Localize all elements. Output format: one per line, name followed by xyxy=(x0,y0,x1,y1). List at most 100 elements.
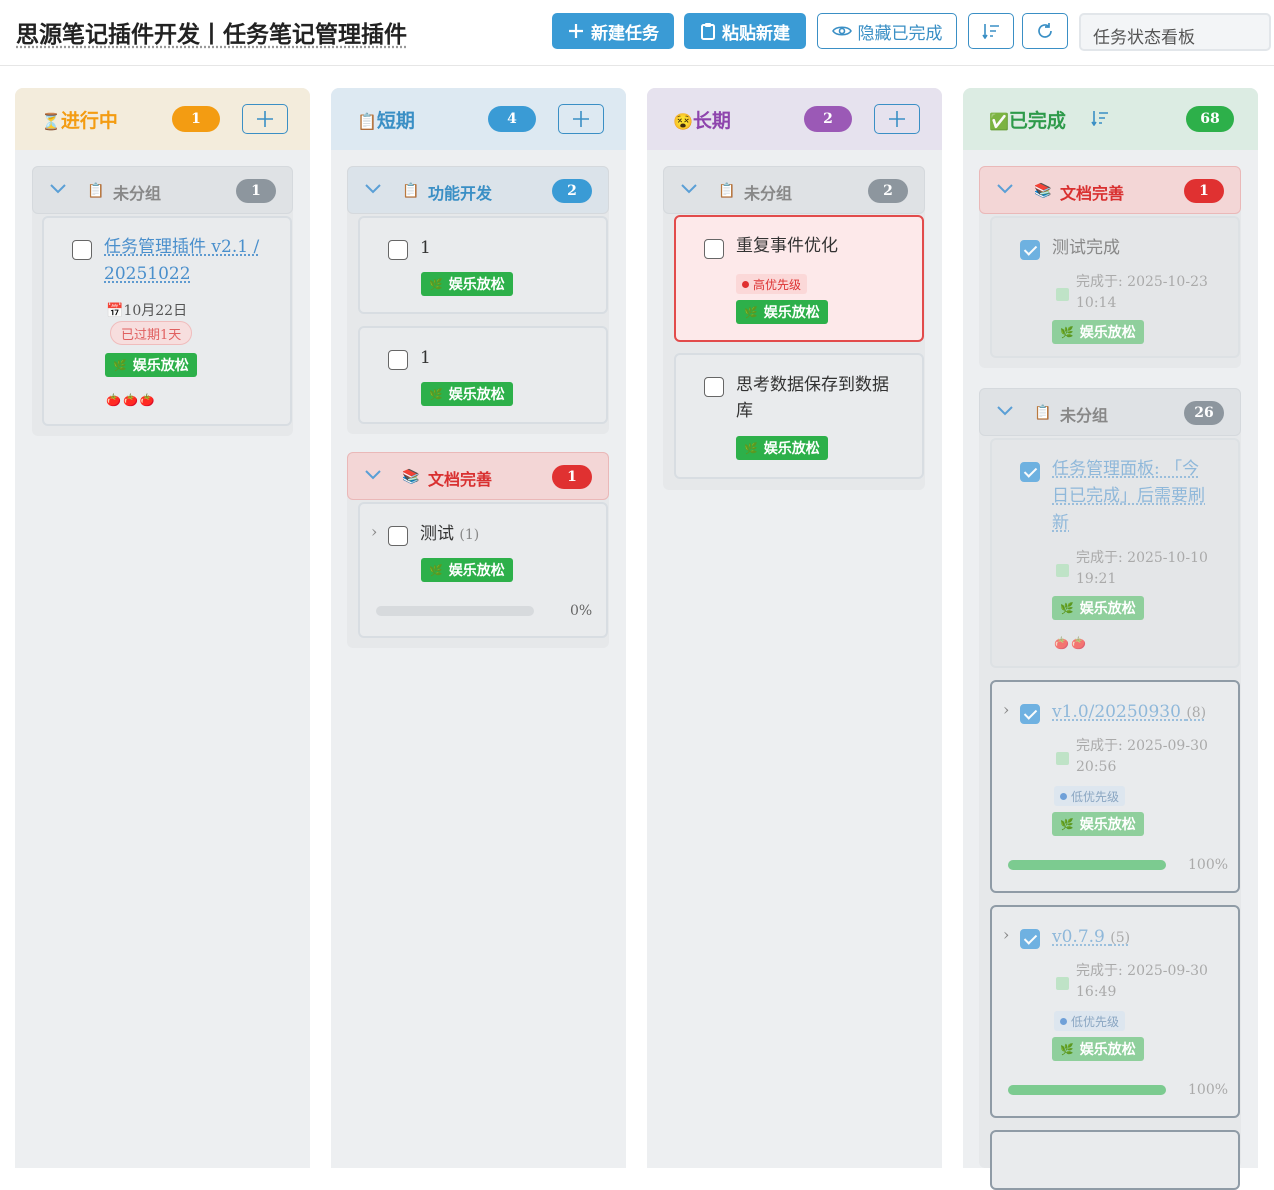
plus-icon xyxy=(257,111,273,127)
group-count-badge: 1 xyxy=(236,179,276,203)
task-tag[interactable]: 🌿 娱乐放松 xyxy=(736,436,828,460)
column-title: ✅已完成 xyxy=(989,110,1066,132)
plus-icon xyxy=(573,111,589,127)
task-checkbox[interactable] xyxy=(388,526,408,546)
column-count-badge: 1 xyxy=(172,106,220,132)
page-title: 思源笔记插件开发丨任务笔记管理插件 xyxy=(16,21,407,48)
task-title-line1[interactable]: 任务管理面板: 「今 xyxy=(1052,456,1199,482)
refresh-button[interactable] xyxy=(1022,13,1068,49)
task-card[interactable]: 任务管理插件 v2.1 / 20251022 📅10月22日 已过期1天 🌿 娱乐… xyxy=(42,216,292,426)
task-tag[interactable]: 🌿 娱乐放松 xyxy=(736,300,828,324)
task-card[interactable]: 重复事件优化 高优先级 🌿 娱乐放松 xyxy=(674,215,924,342)
task-card[interactable]: 任务管理面板: 「今 日已完成」后需要刷 新 完成于: 2025-10-10 19… xyxy=(990,438,1240,668)
task-tag[interactable]: 🌿 娱乐放松 xyxy=(421,272,513,296)
task-card[interactable]: › 测试 (1) 🌿 娱乐放松 0% xyxy=(358,502,608,638)
group-docs: 📚 文档完善 1 › 测试 (1) 🌿 娱乐放松 0% xyxy=(347,452,609,648)
task-card[interactable]: 测试完成 完成于: 2025-10-23 10:14 🌿 娱乐放松 xyxy=(990,216,1240,358)
hourglass-icon: ⏳ xyxy=(41,112,61,131)
task-title-line2[interactable]: 20251022 xyxy=(104,261,191,287)
paste-new-label: 粘贴新建 xyxy=(722,23,790,44)
column-title: 😵长期 xyxy=(673,110,731,132)
task-title-line2[interactable]: 库 xyxy=(736,398,753,424)
group-ungrouped: 📋 未分组 2 重复事件优化 高优先级 🌿 娱乐放松 思考数据保存到数据 库 🌿 娱… xyxy=(663,166,925,490)
task-title-line1[interactable]: 任务管理插件 v2.1 / xyxy=(104,234,259,260)
task-tag[interactable]: 🌿 娱乐放松 xyxy=(1052,596,1144,620)
task-tag[interactable]: 🌿 娱乐放松 xyxy=(421,382,513,406)
task-title-line2[interactable]: 日已完成」后需要刷 xyxy=(1052,483,1205,509)
task-checkbox-checked[interactable] xyxy=(1020,240,1040,260)
task-card[interactable]: › v1.0/20250930 (8) 完成于: 2025-09-30 20:56… xyxy=(990,680,1240,893)
group-header[interactable]: 📋 未分组 1 xyxy=(32,166,293,214)
chevron-right-icon[interactable]: › xyxy=(371,522,377,541)
priority-dot-icon xyxy=(1060,792,1067,800)
task-card-partial[interactable] xyxy=(990,1130,1240,1190)
plus-icon xyxy=(569,24,583,38)
task-title[interactable]: v1.0/20250930 (8) xyxy=(1052,699,1206,726)
progress-bar xyxy=(1008,1085,1166,1095)
group-title: 文档完善 xyxy=(428,470,493,489)
plant-icon: 🌿 xyxy=(1060,601,1074,615)
plant-icon: 🌿 xyxy=(1060,817,1074,831)
sort-icon xyxy=(982,24,999,39)
clipboard-icon xyxy=(701,23,715,40)
new-task-button[interactable]: 新建任务 xyxy=(552,13,674,49)
task-checkbox[interactable] xyxy=(72,240,92,260)
column-header-short-term: 📋短期 4 xyxy=(331,88,626,150)
task-card[interactable]: 1 🌿 娱乐放松 xyxy=(358,216,608,314)
pomodoro-count: 🍅🍅🍅 xyxy=(106,393,157,407)
new-task-label: 新建任务 xyxy=(591,23,659,44)
group-header[interactable]: 📚 文档完善 1 xyxy=(347,452,609,500)
add-task-button[interactable] xyxy=(242,104,288,134)
task-title-line1[interactable]: 思考数据保存到数据 xyxy=(736,372,889,398)
sort-icon[interactable] xyxy=(1091,110,1109,126)
chevron-down-icon[interactable] xyxy=(996,183,1014,195)
hide-completed-button[interactable]: 隐藏已完成 xyxy=(817,13,957,49)
chevron-right-icon[interactable]: › xyxy=(1003,925,1009,944)
task-title[interactable]: 1 xyxy=(420,235,431,261)
group-header[interactable]: 📚 文档完善 1 xyxy=(979,166,1241,214)
task-checkbox[interactable] xyxy=(388,240,408,260)
completed-time: 完成于: 2025-09-30 16:49 xyxy=(1076,963,1208,1000)
completed-time: 完成于: 2025-09-30 20:56 xyxy=(1076,738,1208,775)
task-tag[interactable]: 🌿 娱乐放松 xyxy=(1052,1037,1144,1061)
books-icon: 📚 xyxy=(1034,183,1052,199)
task-tag[interactable]: 🌿 娱乐放松 xyxy=(1052,320,1144,344)
task-title[interactable]: v0.7.9 (5) xyxy=(1052,924,1130,951)
completed-check-icon xyxy=(1056,977,1069,990)
task-card[interactable]: › v0.7.9 (5) 完成于: 2025-09-30 16:49 低优先级 🌿… xyxy=(990,905,1240,1118)
group-header[interactable]: 📋 功能开发 2 xyxy=(347,166,609,214)
task-title[interactable]: 重复事件优化 xyxy=(736,233,838,259)
task-checkbox-checked[interactable] xyxy=(1020,462,1040,482)
task-title[interactable]: 1 xyxy=(420,345,431,371)
task-card[interactable]: 1 🌿 娱乐放松 xyxy=(358,326,608,424)
group-title: 文档完善 xyxy=(1060,184,1125,203)
task-tag[interactable]: 🌿 娱乐放松 xyxy=(105,353,197,377)
task-checkbox-checked[interactable] xyxy=(1020,929,1040,949)
chevron-down-icon[interactable] xyxy=(49,183,67,195)
task-tag[interactable]: 🌿 娱乐放松 xyxy=(421,558,513,582)
chevron-down-icon[interactable] xyxy=(364,469,382,481)
task-title[interactable]: 测试完成 xyxy=(1052,235,1120,261)
task-checkbox[interactable] xyxy=(388,350,408,370)
task-checkbox[interactable] xyxy=(704,239,724,259)
add-task-button[interactable] xyxy=(558,104,604,134)
group-title: 未分组 xyxy=(1060,406,1109,425)
chevron-down-icon[interactable] xyxy=(996,405,1014,417)
chevron-right-icon[interactable]: › xyxy=(1003,700,1009,719)
group-header[interactable]: 📋 未分组 26 xyxy=(979,388,1241,436)
task-checkbox-checked[interactable] xyxy=(1020,704,1040,724)
add-task-button[interactable] xyxy=(874,104,920,134)
chevron-down-icon[interactable] xyxy=(680,183,698,195)
refresh-icon xyxy=(1038,23,1052,38)
document-icon: 📋 xyxy=(402,183,420,199)
task-card[interactable]: 思考数据保存到数据 库 🌿 娱乐放松 xyxy=(674,353,924,479)
group-header[interactable]: 📋 未分组 2 xyxy=(663,166,925,214)
board-view-select[interactable]: 任务状态看板 xyxy=(1079,13,1271,51)
task-checkbox[interactable] xyxy=(704,377,724,397)
sort-button[interactable] xyxy=(968,13,1014,49)
task-title[interactable]: 测试 (1) xyxy=(420,521,479,548)
chevron-down-icon[interactable] xyxy=(364,183,382,195)
paste-new-button[interactable]: 粘贴新建 xyxy=(684,13,806,49)
task-tag[interactable]: 🌿 娱乐放松 xyxy=(1052,812,1144,836)
task-title-line3[interactable]: 新 xyxy=(1052,510,1069,536)
